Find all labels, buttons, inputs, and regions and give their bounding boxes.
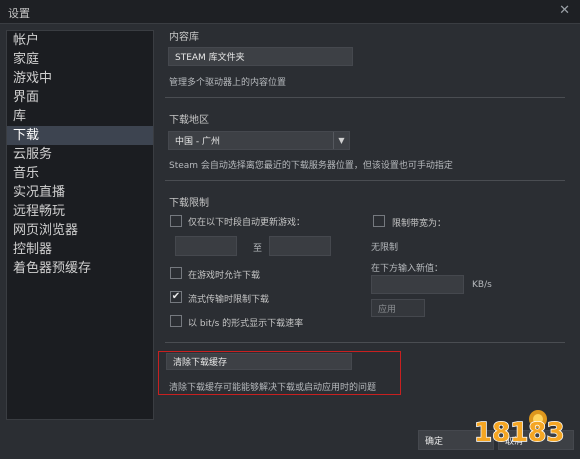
throttle-streaming-label: 流式传输时限制下载 <box>188 295 270 305</box>
sidebar-item-in-game[interactable]: 游戏中 <box>7 69 153 88</box>
clear-download-cache-button[interactable]: 清除下载缓存 <box>166 353 352 370</box>
divider-1 <box>165 97 565 98</box>
download-limits-title: 下载限制 <box>169 198 209 209</box>
sidebar-item-downloads[interactable]: 下载 <box>7 126 153 145</box>
sidebar-item-cloud[interactable]: 云服务 <box>7 145 153 164</box>
kbs-unit-label: KB/s <box>472 280 492 290</box>
chevron-down-icon: ▼ <box>333 132 349 149</box>
sidebar-item-web-browser[interactable]: 网页浏览器 <box>7 221 153 240</box>
sidebar-item-account[interactable]: 帐户 <box>7 31 153 50</box>
close-icon[interactable]: ✕ <box>559 3 570 18</box>
to-label: 至 <box>253 244 263 254</box>
download-region-description: Steam 会自动选择离您最近的下载服务器位置，但该设置也可手动指定 <box>169 161 453 171</box>
watermark-logo-icon: 18183 <box>473 410 565 449</box>
no-limit-label: 无限制 <box>371 243 399 253</box>
only-update-between-checkbox[interactable] <box>170 215 182 227</box>
download-region-title: 下载地区 <box>169 115 209 126</box>
title-bar: 设置 ✕ <box>0 0 580 24</box>
sidebar-item-library[interactable]: 库 <box>7 107 153 126</box>
settings-sidebar: 帐户 家庭 游戏中 界面 库 下载 云服务 音乐 实况直播 远程畅玩 网页浏览器… <box>6 30 154 420</box>
only-update-between-label: 仅在以下时段自动更新游戏： <box>188 218 306 228</box>
bandwidth-value-input[interactable] <box>371 275 464 294</box>
sidebar-item-controller[interactable]: 控制器 <box>7 240 153 259</box>
content-library-title: 内容库 <box>169 32 199 43</box>
apply-button[interactable]: 应用 <box>371 299 425 317</box>
sidebar-item-interface[interactable]: 界面 <box>7 88 153 107</box>
divider-2 <box>165 180 565 181</box>
enter-new-value-label: 在下方输入新值： <box>371 264 444 274</box>
settings-content: 内容库 STEAM 库文件夹 管理多个驱动器上的内容位置 下载地区 中国 - 广… <box>155 24 573 424</box>
sidebar-item-remote-play[interactable]: 远程畅玩 <box>7 202 153 221</box>
bandwidth-limit-checkbox[interactable] <box>373 215 385 227</box>
end-time-input[interactable] <box>269 236 331 256</box>
divider-3 <box>165 342 565 343</box>
sidebar-item-music[interactable]: 音乐 <box>7 164 153 183</box>
bandwidth-limit-label: 限制带宽为： <box>392 219 447 229</box>
watermark-text: 18183 <box>474 418 564 447</box>
download-region-dropdown[interactable]: 中国 - 广州 ▼ <box>168 131 350 150</box>
show-bits-label: 以 bit/s 的形式显示下载速率 <box>188 319 304 329</box>
content-library-description: 管理多个驱动器上的内容位置 <box>169 78 287 88</box>
checkmark-icon: ✔ <box>171 291 181 302</box>
steam-library-folders-button[interactable]: STEAM 库文件夹 <box>168 47 353 66</box>
allow-while-playing-label: 在游戏时允许下载 <box>188 271 261 281</box>
show-bits-checkbox[interactable] <box>170 315 182 327</box>
watermark-logo: 18183 <box>472 407 572 449</box>
download-region-value: 中国 - 广州 <box>175 137 220 147</box>
sidebar-item-family[interactable]: 家庭 <box>7 50 153 69</box>
start-time-input[interactable] <box>175 236 237 256</box>
throttle-streaming-checkbox[interactable]: ✔ <box>170 291 182 303</box>
clear-cache-description: 清除下载缓存可能能够解决下载或启动应用时的问题 <box>169 383 377 393</box>
sidebar-item-broadcasting[interactable]: 实况直播 <box>7 183 153 202</box>
allow-while-playing-checkbox[interactable] <box>170 267 182 279</box>
window-title: 设置 <box>8 7 30 20</box>
sidebar-item-shader-cache[interactable]: 着色器预缓存 <box>7 259 153 278</box>
